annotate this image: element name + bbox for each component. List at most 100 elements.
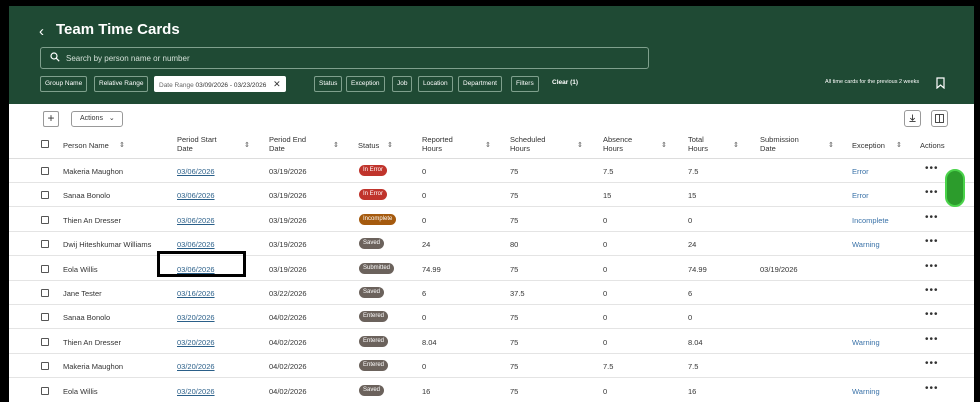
chip-exception[interactable]: Exception: [346, 76, 385, 92]
table-row[interactable]: Sanaa Bonolo 03/20/2026 04/02/2026 0 75 0 0 Ent…: [9, 305, 974, 330]
row-checkbox[interactable]: [41, 167, 49, 175]
chip-date-range[interactable]: Date Range 03/09/2026 - 03/23/2026 ✕: [154, 76, 286, 92]
cell-scheduled-hours: 75: [510, 386, 519, 396]
cell-period-start[interactable]: 03/20/2026: [177, 362, 215, 371]
page-title: Team Time Cards: [56, 21, 180, 38]
assistant-fab-button[interactable]: [945, 169, 965, 207]
cell-total-hours: 7.5: [688, 167, 699, 176]
close-icon[interactable]: ✕: [273, 79, 281, 89]
cell-absence-hours: 0: [603, 264, 608, 274]
chip-status[interactable]: Status: [314, 76, 343, 92]
download-icon[interactable]: [904, 110, 921, 127]
col-total-hours[interactable]: Total Hours: [688, 135, 708, 153]
row-checkbox[interactable]: [41, 289, 49, 297]
sort-icon[interactable]: ⇕: [828, 141, 834, 149]
sort-icon[interactable]: ⇕: [485, 141, 491, 149]
row-checkbox[interactable]: [41, 337, 49, 346]
cell-scheduled-hours: 75: [510, 167, 519, 176]
table-row[interactable]: Thien An Dresser 03/20/2026 04/02/2026 8.04…: [9, 330, 974, 354]
more-actions-icon[interactable]: •••: [925, 383, 939, 394]
chip-location[interactable]: Location: [418, 76, 453, 92]
sort-icon[interactable]: ⇕: [577, 141, 583, 149]
sort-icon[interactable]: ⇕: [119, 141, 125, 149]
cell-exception[interactable]: Error: [852, 191, 869, 200]
cell-period-start[interactable]: 03/20/2026: [177, 313, 215, 322]
col-reported-hours[interactable]: Reported Hours: [422, 135, 453, 153]
col-period-start[interactable]: Period Start Date: [177, 135, 217, 153]
col-period-end[interactable]: Period End Date: [269, 135, 306, 153]
table-row[interactable]: Dwij Hiteshkumar Williams 03/06/2026 03/19…: [9, 232, 974, 257]
table-row[interactable]: Thien An Dresser 03/06/2026 03/19/2026 0 75 0…: [9, 208, 974, 232]
row-checkbox[interactable]: [41, 191, 49, 200]
cell-exception[interactable]: Warning: [852, 387, 880, 396]
bookmark-icon[interactable]: [936, 77, 945, 89]
chip-relative-range[interactable]: Relative Range: [94, 76, 149, 92]
table-row[interactable]: Sanaa Bonolo 03/06/2026 03/19/2026 0 75 15 15 E…: [9, 183, 974, 208]
row-checkbox[interactable]: [41, 362, 49, 371]
cell-period-start[interactable]: 03/06/2026: [177, 191, 215, 200]
back-chevron-icon[interactable]: ‹: [39, 23, 44, 40]
cell-exception[interactable]: Warning: [852, 240, 880, 249]
more-actions-icon[interactable]: •••: [925, 236, 939, 247]
cell-period-start[interactable]: 03/06/2026: [177, 167, 215, 176]
table-row[interactable]: Makeria Maughon 03/20/2026 04/02/2026 0 75 7.…: [9, 354, 974, 379]
cell-exception[interactable]: Incomplete: [852, 216, 889, 225]
sort-icon[interactable]: ⇕: [733, 141, 739, 149]
cell-absence-hours: 0: [603, 240, 608, 250]
cell-total-hours: 74.99: [688, 264, 707, 274]
cell-reported-hours: 6: [422, 289, 427, 298]
more-actions-icon[interactable]: •••: [925, 261, 939, 272]
more-actions-icon[interactable]: •••: [925, 285, 939, 296]
table-row[interactable]: Eola Willis 03/06/2026 03/19/2026 74.99 75 0 7…: [9, 257, 974, 281]
more-actions-icon[interactable]: •••: [925, 358, 939, 369]
more-actions-icon[interactable]: •••: [925, 212, 939, 223]
cell-period-start[interactable]: 03/20/2026: [177, 387, 215, 396]
table-row[interactable]: Makeria Maughon 03/06/2026 03/19/2026 0 75 7.…: [9, 159, 974, 183]
cell-period-start[interactable]: 03/06/2026: [177, 240, 215, 249]
cell-period-end: 04/02/2026: [269, 386, 307, 396]
table-row[interactable]: Eola Willis 03/20/2026 04/02/2026 16 75 0 16 Wa…: [9, 379, 974, 402]
table-row[interactable]: Jane Tester 03/16/2026 03/22/2026 6 37.5 0 6 Sa…: [9, 281, 974, 305]
add-button[interactable]: +: [43, 111, 59, 127]
chip-job[interactable]: Job: [392, 76, 413, 92]
chip-group-name[interactable]: Group Name: [40, 76, 88, 92]
cell-scheduled-hours: 75: [510, 191, 519, 201]
clear-filters-button[interactable]: Clear (1): [548, 76, 582, 92]
cell-period-start[interactable]: 03/16/2026: [177, 289, 215, 298]
more-actions-icon[interactable]: •••: [925, 309, 939, 320]
more-actions-icon[interactable]: •••: [925, 163, 939, 174]
more-actions-icon[interactable]: •••: [925, 187, 939, 198]
sort-icon[interactable]: ⇕: [661, 141, 667, 149]
cell-absence-hours: 0: [603, 215, 608, 225]
sort-icon[interactable]: ⇕: [896, 141, 902, 149]
chip-date-range-value: 03/09/2026 - 03/23/2026: [195, 82, 267, 89]
col-actions: Actions: [920, 141, 945, 150]
cell-period-start[interactable]: 03/20/2026: [177, 338, 215, 347]
more-actions-icon[interactable]: •••: [925, 334, 939, 345]
row-checkbox[interactable]: [41, 264, 49, 273]
col-status[interactable]: Status: [358, 141, 379, 150]
cell-period-end: 03/19/2026: [269, 167, 307, 176]
select-all-checkbox[interactable]: [41, 140, 49, 148]
row-checkbox[interactable]: [41, 240, 49, 249]
search-input[interactable]: [66, 51, 636, 65]
row-checkbox[interactable]: [41, 386, 49, 395]
cell-exception[interactable]: Error: [852, 167, 869, 176]
chip-department[interactable]: Department: [458, 76, 502, 92]
row-checkbox[interactable]: [41, 215, 49, 224]
column-layout-icon[interactable]: [931, 110, 948, 127]
row-checkbox[interactable]: [41, 313, 49, 322]
cell-exception[interactable]: Warning: [852, 338, 880, 347]
col-person-name[interactable]: Person Name: [63, 141, 109, 150]
sort-icon[interactable]: ⇕: [333, 141, 339, 149]
col-exception[interactable]: Exception: [852, 141, 885, 150]
cell-period-start[interactable]: 03/06/2026: [177, 216, 215, 225]
search-bar[interactable]: [40, 47, 649, 69]
actions-menu-button[interactable]: Actions ⌄: [71, 111, 123, 127]
chip-filters[interactable]: Filters: [511, 76, 539, 92]
sort-icon[interactable]: ⇕: [387, 141, 393, 149]
col-submission-date[interactable]: Submission Date: [760, 135, 799, 153]
sort-icon[interactable]: ⇕: [244, 141, 250, 149]
col-scheduled-hours[interactable]: Scheduled Hours: [510, 135, 545, 153]
col-absence-hours[interactable]: Absence Hours: [603, 135, 632, 153]
